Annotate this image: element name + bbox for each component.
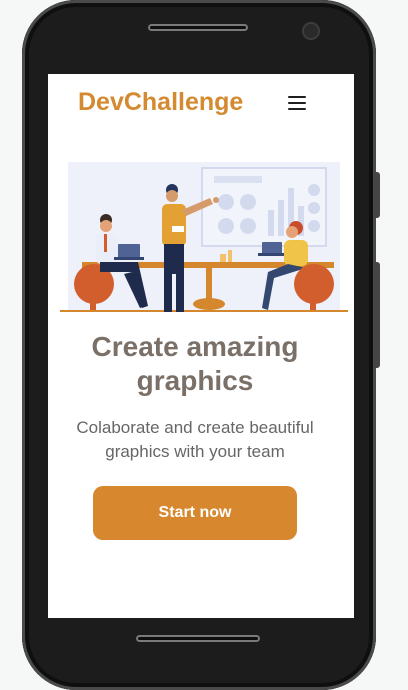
hero-headline: Create amazing graphics <box>91 331 299 396</box>
bottom-speaker <box>136 635 260 642</box>
start-now-button[interactable]: Start now <box>93 486 297 540</box>
hamburger-menu-icon[interactable] <box>288 94 308 110</box>
power-button <box>374 262 380 368</box>
top-speaker <box>148 24 248 31</box>
brand-logo[interactable]: DevChallenge <box>78 88 243 117</box>
volume-button <box>374 172 380 218</box>
app-screen: DevChallenge Create amazing graphics Col… <box>48 74 354 618</box>
hero-subtitle: Colaborate and create beautiful graphics… <box>76 418 314 461</box>
top-nav: DevChallenge <box>48 74 354 132</box>
team-meeting-illustration <box>60 162 348 312</box>
front-camera <box>302 22 320 40</box>
